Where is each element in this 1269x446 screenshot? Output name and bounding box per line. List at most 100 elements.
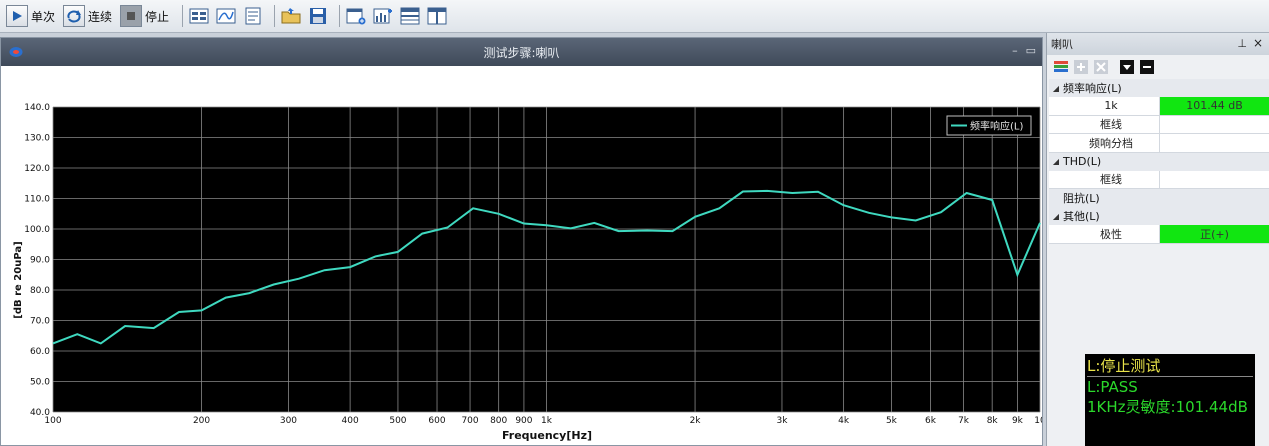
status-line-test-state: L:停止测试 — [1087, 356, 1253, 377]
property-key: 框线 — [1049, 115, 1160, 133]
toolbar-separator — [274, 5, 276, 27]
frequency-response-chart: 100 200 300 400 500 600 700 800 900 1k 2k 3k 4k 5k 6k 7… — [13, 103, 1046, 442]
property-row[interactable]: 1k 101.44 dB — [1049, 97, 1269, 116]
x-tick-label: 8k — [987, 416, 999, 426]
x-tick-label: 10 — [1034, 416, 1042, 426]
save-icon[interactable] — [307, 5, 329, 27]
x-tick-label: 400 — [342, 416, 359, 426]
play-icon — [6, 5, 28, 27]
y-tick-label: 40.0 — [30, 408, 50, 418]
property-row[interactable]: 极性 正(+) — [1049, 225, 1269, 244]
property-value[interactable]: 101.44 dB — [1160, 97, 1269, 115]
y-tick-label: 120.0 — [24, 164, 50, 174]
chart-window: 测试步骤:喇叭 – ▭ 100 200 300 400 500 600 700 800 900 1… — [0, 37, 1046, 446]
stop-label: 停止 — [145, 9, 170, 24]
property-grid: ◢ 频率响应(L) 1k 101.44 dB 框线 频响分档 ◢ THD(L) 框线 阻抗(L) ◢… — [1049, 79, 1269, 244]
x-tick-label: 200 — [193, 416, 210, 426]
property-value[interactable] — [1160, 116, 1269, 134]
loop-icon — [63, 5, 86, 27]
delete-item-icon[interactable] — [1093, 59, 1109, 75]
curve-chart-icon[interactable] — [215, 5, 237, 27]
add-chart-icon[interactable] — [372, 5, 394, 27]
add-item-icon[interactable] — [1073, 59, 1089, 75]
y-tick-label: 80.0 — [30, 286, 50, 296]
expand-all-icon[interactable] — [1119, 59, 1135, 75]
window-title-bar: 测试步骤:喇叭 – ▭ — [1, 38, 1042, 66]
x-tick-label: 600 — [428, 416, 445, 426]
minimize-icon[interactable]: – — [1012, 44, 1018, 57]
status-line-result: L:PASS — [1087, 378, 1138, 396]
color-bars-icon[interactable] — [1053, 59, 1069, 75]
property-key: 极性 — [1049, 225, 1160, 243]
toolbar-separator — [339, 5, 341, 27]
stop-button[interactable]: 停止 — [120, 4, 173, 28]
property-row[interactable]: 框线 — [1049, 115, 1269, 134]
pin-icon[interactable]: ⊥ — [1237, 37, 1247, 50]
window-controls: – ▭ — [1012, 44, 1036, 57]
restore-icon[interactable]: ▭ — [1026, 44, 1036, 57]
y-tick-label: 140.0 — [24, 103, 50, 113]
x-tick-label: 900 — [515, 416, 532, 426]
window-title: 测试步骤:喇叭 — [483, 45, 560, 60]
property-row[interactable]: 框线 — [1049, 170, 1269, 189]
stop-icon — [120, 5, 143, 27]
open-folder-icon[interactable] — [280, 5, 302, 27]
property-group[interactable]: ◢ 频率响应(L) — [1049, 79, 1269, 97]
x-tick-label: 300 — [280, 416, 297, 426]
x-tick-label: 5k — [886, 416, 898, 426]
property-group-label: THD(L) — [1063, 155, 1102, 168]
collapse-all-icon[interactable] — [1139, 59, 1155, 75]
property-group-label: 其他(L) — [1063, 210, 1100, 223]
x-tick-label: 9k — [1012, 416, 1024, 426]
y-tick-label: 50.0 — [30, 378, 50, 388]
split-vertical-icon[interactable] — [426, 5, 448, 27]
new-window-icon[interactable] — [345, 5, 367, 27]
property-group-label: 阻抗(L) — [1063, 192, 1100, 205]
y-tick-label: 70.0 — [30, 317, 50, 327]
x-axis-label: Frequency[Hz] — [502, 429, 592, 442]
expand-triangle-icon: ◢ — [1052, 83, 1060, 93]
toolbar-separator — [182, 5, 184, 27]
x-tick-label: 4k — [838, 416, 850, 426]
y-axis-label: [dB re 20uPa] — [13, 241, 24, 318]
expand-triangle-icon: ◢ — [1052, 211, 1060, 221]
toolbar: 单次 连续 停止 — [0, 0, 1269, 33]
plot-area: 100 200 300 400 500 600 700 800 900 1k 2k 3k 4k 5k 6k 7… — [1, 66, 1046, 445]
test-status-display: L:停止测试 L:PASS 1KHz灵敏度:101.44dB — [1085, 354, 1255, 446]
property-group[interactable]: ◢ 其他(L) — [1049, 207, 1269, 225]
property-value[interactable] — [1160, 171, 1269, 189]
split-horizontal-icon[interactable] — [399, 5, 421, 27]
x-tick-label: 3k — [776, 416, 788, 426]
side-panel-title-bar: 喇叭 ⊥ × — [1047, 33, 1269, 55]
property-key: 框线 — [1049, 170, 1160, 188]
x-tick-label: 500 — [389, 416, 406, 426]
x-tick-label: 7k — [958, 416, 970, 426]
close-icon[interactable]: × — [1253, 36, 1263, 50]
y-tick-label: 60.0 — [30, 347, 50, 357]
property-key: 频响分档 — [1049, 134, 1160, 152]
x-tick-label: 800 — [490, 416, 507, 426]
x-tick-label: 2k — [690, 416, 702, 426]
property-value[interactable] — [1160, 134, 1269, 152]
continuous-run-button[interactable]: 连续 — [63, 4, 116, 28]
side-panel-tools — [1047, 55, 1269, 79]
property-group-label: 频率响应(L) — [1063, 82, 1122, 95]
y-tick-label: 100.0 — [24, 225, 50, 235]
property-key: 1k — [1049, 97, 1160, 115]
property-group[interactable]: 阻抗(L) — [1049, 189, 1269, 207]
settings-panel-icon[interactable] — [188, 5, 210, 27]
y-tick-label: 90.0 — [30, 256, 50, 266]
single-run-button[interactable]: 单次 — [6, 4, 59, 28]
app-root: 单次 连续 停止 测试步骤:喇叭 – ▭ 100 200 300 400 500… — [0, 0, 1269, 446]
property-value[interactable]: 正(+) — [1160, 225, 1269, 243]
side-panel-title: 喇叭 — [1051, 38, 1073, 51]
property-row[interactable]: 频响分档 — [1049, 134, 1269, 153]
property-group[interactable]: ◢ THD(L) — [1049, 152, 1269, 171]
single-run-label: 单次 — [31, 9, 56, 24]
x-tick-label: 700 — [461, 416, 478, 426]
x-tick-label: 6k — [925, 416, 937, 426]
y-tick-label: 130.0 — [24, 134, 50, 144]
expand-triangle-icon: ◢ — [1052, 157, 1060, 166]
app-logo-icon — [9, 47, 23, 57]
report-icon[interactable] — [242, 5, 264, 27]
